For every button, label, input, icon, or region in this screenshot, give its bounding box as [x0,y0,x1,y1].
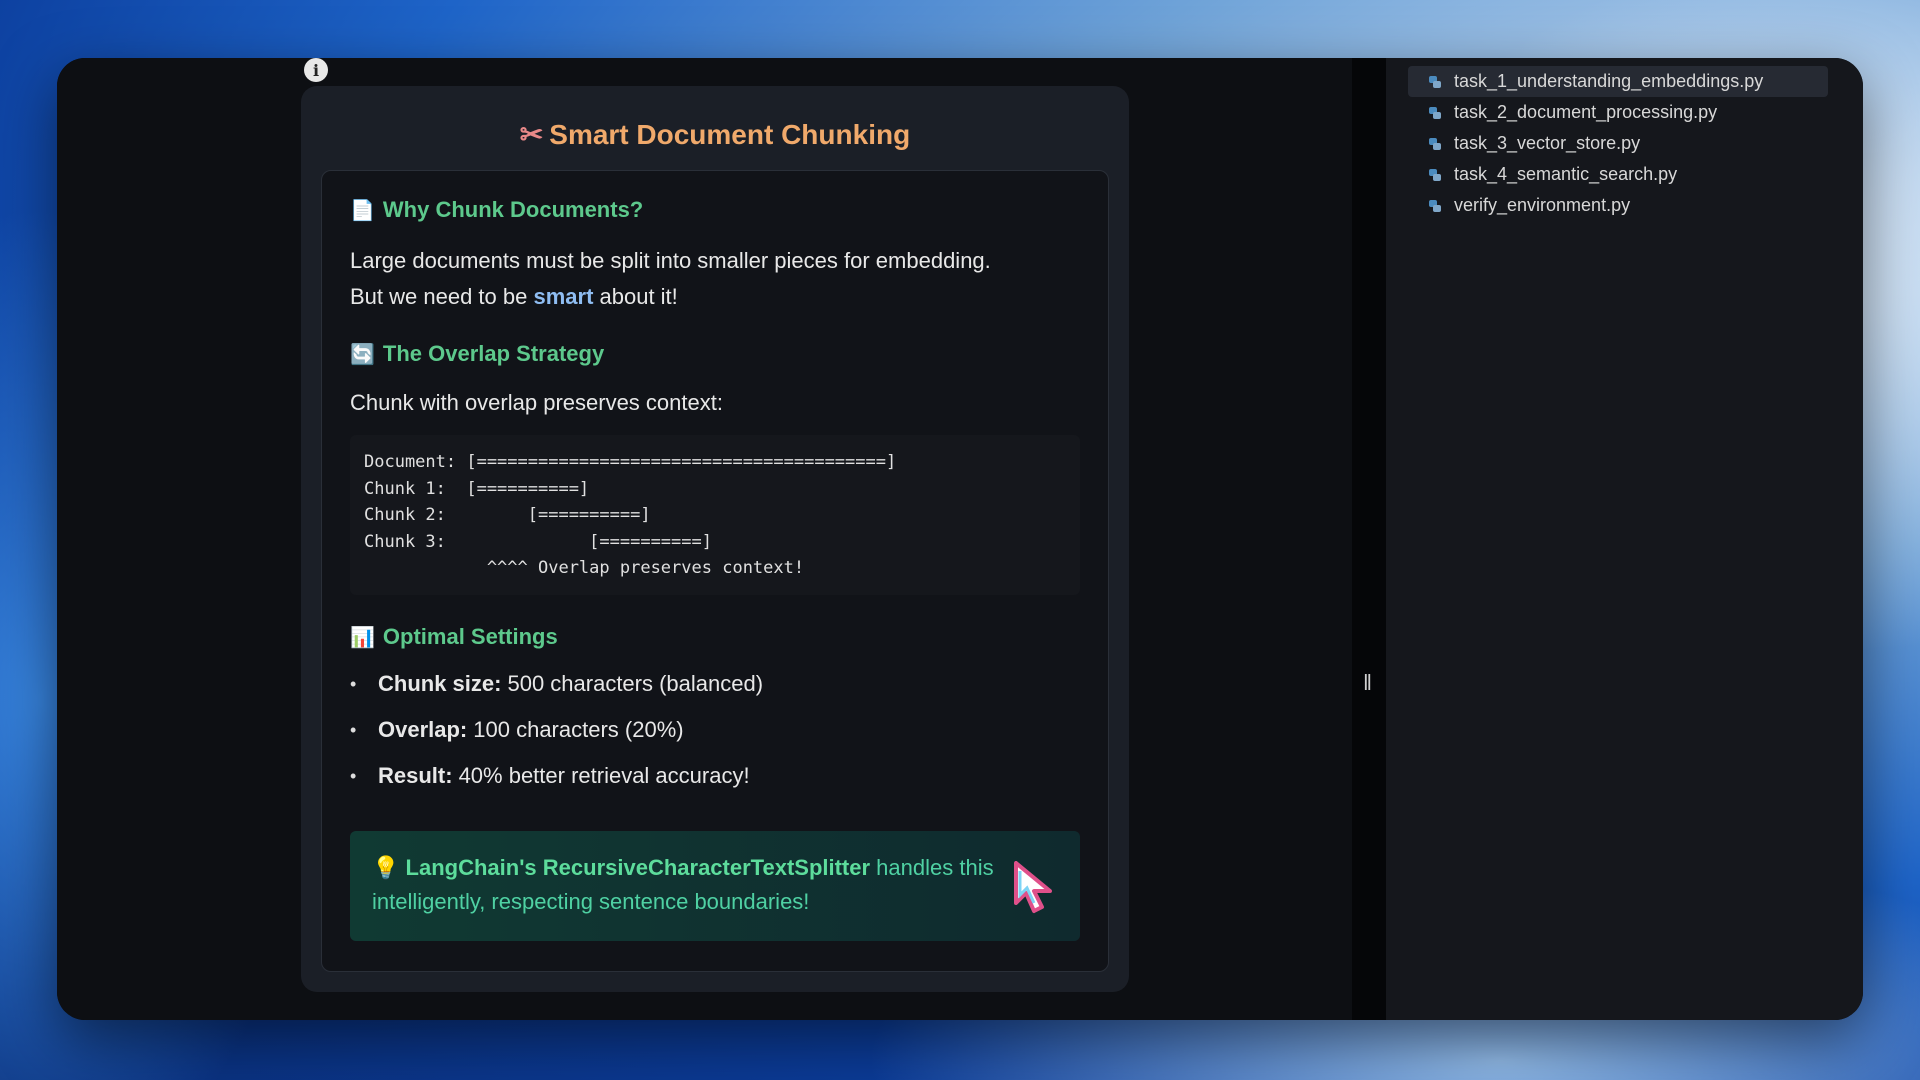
highlight-smart: smart [533,284,594,309]
page-title: ✂ Smart Document Chunking [519,119,911,150]
section-heading-overlap: 🔄 The Overlap Strategy [350,341,605,366]
overlap-paragraph: Chunk with overlap preserves context: [350,390,723,415]
preview-pane: i ✂ Smart Document Chunking 📄 Why Chunk D… [57,58,1352,1020]
file-item[interactable]: task_1_understanding_embeddings.py [1408,66,1828,97]
list-item: • Result: 40% better retrieval accuracy! [350,763,750,788]
lightbulb-icon: 💡 [372,855,400,880]
python-file-icon [1429,168,1441,181]
file-item[interactable]: verify_environment.py [1408,190,1828,221]
file-list: task_1_understanding_embeddings.py task_… [1408,66,1828,221]
file-item[interactable]: task_2_document_processing.py [1408,97,1828,128]
section-heading-settings: 📊 Optimal Settings [350,624,558,649]
tip-callout: 💡 LangChain's RecursiveCharacterTextSpli… [350,831,1080,941]
mouse-cursor-icon [1014,861,1052,913]
file-explorer: task_1_understanding_embeddings.py task_… [1386,58,1863,1020]
content-card: ✂ Smart Document Chunking 📄 Why Chunk Doc… [301,86,1129,992]
settings-list: • Chunk size: 500 characters (balanced) • O… [350,661,1090,799]
splitter-grip-icon[interactable]: ‖ [1363,670,1372,696]
code-block: Document: [=============================… [350,435,1080,595]
refresh-icon: 🔄 [350,343,375,366]
scissors-icon: ✂ [519,119,544,150]
pane-splitter[interactable] [1352,58,1386,1020]
content-body: 📄 Why Chunk Documents? Large documents m… [321,170,1109,972]
python-file-icon [1429,75,1441,88]
why-paragraph: Large documents must be split into small… [350,248,991,309]
document-icon: 📄 [350,199,375,222]
list-item: • Chunk size: 500 characters (balanced) [350,671,764,696]
python-file-icon [1429,106,1441,119]
app-window: i ✂ Smart Document Chunking 📄 Why Chunk D… [57,58,1863,1020]
python-file-icon [1429,199,1441,212]
file-item[interactable]: task_3_vector_store.py [1408,128,1828,159]
bar-chart-icon: 📊 [350,626,375,649]
info-icon[interactable]: i [304,58,328,82]
list-item: • Overlap: 100 characters (20%) [350,717,684,742]
python-file-icon [1429,137,1441,150]
file-item[interactable]: task_4_semantic_search.py [1408,159,1828,190]
section-heading-why: 📄 Why Chunk Documents? [350,197,644,222]
